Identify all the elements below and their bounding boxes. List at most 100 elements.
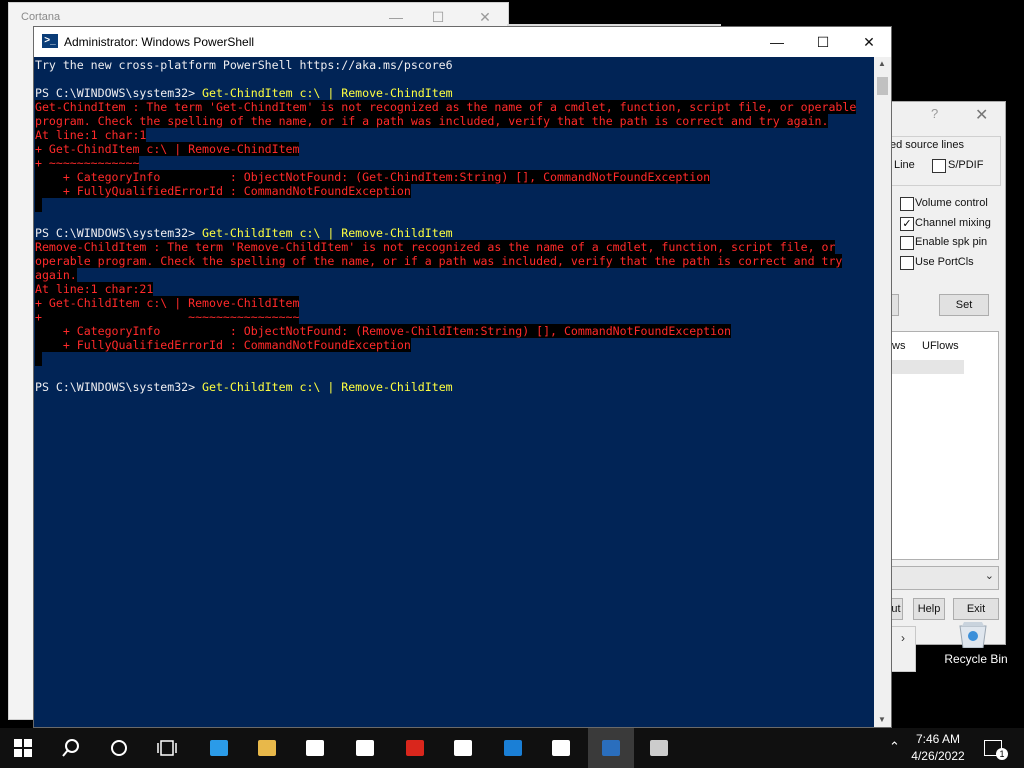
dropdown-select[interactable]: ⌄	[891, 566, 999, 590]
error-text: + Get-ChindItem c:\ | Remove-ChindItem	[35, 142, 300, 156]
chevron-right-icon: ›	[901, 631, 905, 645]
prompt-text: PS C:\WINDOWS\system32>	[35, 86, 203, 100]
taskbar-button[interactable]	[196, 728, 242, 768]
enable-spk-pin-checkbox[interactable]	[900, 236, 914, 250]
volume-control-label: Volume control	[915, 197, 988, 209]
taskbar-button[interactable]	[342, 728, 388, 768]
taskbar-button[interactable]	[588, 728, 634, 768]
error-text: program. Check the spelling of the name,…	[35, 114, 829, 128]
error-line: At line:1 char:1	[35, 128, 146, 142]
prompt-line: PS C:\WINDOWS\system32> Get-ChildItem c:…	[35, 226, 453, 240]
taskbar-button[interactable]	[636, 728, 682, 768]
command-text: Get-ChindItem c:\ | Remove-ChindItem	[202, 86, 453, 100]
recycle-bin-icon[interactable]	[954, 620, 992, 648]
taskbar-button[interactable]	[490, 728, 536, 768]
app-window-icon	[648, 737, 670, 759]
error-text: + ~~~~~~~~~~~~~~~~	[35, 310, 300, 324]
taskbar: ⌃ 7:46 AM 4/26/2022 1	[0, 728, 1024, 768]
close-icon[interactable]: ✕	[474, 7, 496, 27]
windows-start-icon	[12, 737, 34, 759]
taskbar-button[interactable]	[440, 728, 486, 768]
scroll-thumb[interactable]	[877, 77, 888, 95]
error-text: Get-ChindItem : The term 'Get-ChindItem'…	[35, 100, 857, 114]
window-title: Administrator: Windows PowerShell	[64, 35, 255, 49]
error-line: At line:1 char:21	[35, 282, 153, 296]
prompt-line: PS C:\WINDOWS\system32> Get-ChindItem c:…	[35, 86, 453, 100]
acrobat-icon	[404, 737, 426, 759]
scroll-up-icon[interactable]: ▲	[878, 59, 886, 68]
close-button[interactable]: ✕	[846, 27, 892, 57]
set-button[interactable]: Set	[939, 294, 989, 316]
taskbar-button[interactable]	[292, 728, 338, 768]
error-line: + CategoryInfo : ObjectNotFound: (Get-Ch…	[35, 170, 710, 184]
error-text	[35, 352, 42, 366]
error-line: + Get-ChildItem c:\ | Remove-ChildItem	[35, 296, 300, 310]
clock-date[interactable]: 4/26/2022	[898, 749, 978, 763]
taskbar-button[interactable]	[96, 728, 142, 768]
error-line: Get-ChindItem : The term 'Get-ChindItem'…	[35, 100, 856, 114]
powershell-icon: >_	[42, 34, 58, 48]
powershell-window[interactable]: >_ Administrator: Windows PowerShell — ☐…	[33, 26, 892, 728]
console-output[interactable]: Try the new cross-platform PowerShell ht…	[34, 57, 874, 727]
list-header-ws[interactable]: ws	[892, 332, 905, 360]
channel-mixing-checkbox[interactable]: ✓	[900, 217, 914, 231]
output-text: Try the new cross-platform PowerShell ht…	[35, 58, 453, 72]
help-icon[interactable]: ?	[931, 106, 938, 121]
spdif-label: S/PDIF	[948, 159, 984, 171]
clock-time[interactable]: 7:46 AM	[898, 732, 978, 746]
network-tool-icon	[502, 737, 524, 759]
spdif-checkbox[interactable]	[932, 159, 946, 173]
powershell-icon	[600, 737, 622, 759]
list-header-uflows[interactable]: UFlows	[922, 332, 959, 360]
use-portcls-label: Use PortCls	[915, 256, 974, 268]
recycle-bin-label[interactable]: Recycle Bin	[940, 652, 1012, 666]
prompt-text: PS C:\WINDOWS\system32>	[35, 380, 203, 394]
error-text: + ~~~~~~~~~~~~~	[35, 156, 140, 170]
command-text: Get-ChildItem c:\ | Remove-ChildItem	[202, 226, 453, 240]
taskbar-button[interactable]	[144, 728, 190, 768]
line-checkbox-label[interactable]: Line	[891, 159, 915, 172]
file-explorer-icon	[256, 737, 278, 759]
selected-row[interactable]	[892, 360, 964, 374]
taskbar-button[interactable]	[392, 728, 438, 768]
prompt-text: PS C:\WINDOWS\system32>	[35, 226, 203, 240]
title-bar[interactable]: >_ Administrator: Windows PowerShell — ☐…	[34, 27, 891, 57]
flows-list[interactable]: ws UFlows	[891, 331, 999, 560]
taskbar-button[interactable]	[538, 728, 584, 768]
cortana-title: Cortana	[21, 11, 61, 23]
7zip-icon	[452, 737, 474, 759]
taskbar-button[interactable]	[244, 728, 290, 768]
error-line: again.	[35, 268, 77, 282]
enable-spk-pin-label: Enable spk pin	[915, 236, 988, 248]
source-lines-group: ed source lines Line S/PDIF	[890, 136, 1001, 186]
taskbar-button[interactable]	[48, 728, 94, 768]
group-label: ed source lines	[890, 139, 964, 151]
error-text: Remove-ChildItem : The term 'Remove-Chil…	[35, 240, 836, 254]
minimize-icon[interactable]: —	[385, 7, 407, 27]
maximize-icon[interactable]: ☐	[427, 7, 449, 27]
error-text: + CategoryInfo : ObjectNotFound: (Get-Ch…	[35, 170, 711, 184]
help-button[interactable]: Help	[913, 598, 945, 620]
error-line: + FullyQualifiedErrorId : CommandNotFoun…	[35, 338, 411, 352]
use-portcls-checkbox[interactable]	[900, 256, 914, 270]
error-line: program. Check the spelling of the name,…	[35, 114, 828, 128]
error-line: + CategoryInfo : ObjectNotFound: (Remove…	[35, 324, 731, 338]
error-text: At line:1 char:21	[35, 282, 154, 296]
exit-button[interactable]: Exit	[953, 598, 999, 620]
close-icon[interactable]: ✕	[975, 105, 988, 125]
scroll-down-icon[interactable]: ▼	[878, 715, 886, 724]
volume-control-checkbox[interactable]	[900, 197, 914, 211]
chevron-down-icon: ⌄	[984, 570, 994, 582]
driver-settings-dialog: ? ✕ ed source lines Line S/PDIF Volume c…	[889, 101, 1006, 645]
prompt-line: PS C:\WINDOWS\system32> Get-ChildItem c:…	[35, 380, 453, 394]
command-text: Get-ChildItem c:\ | Remove-ChildItem	[202, 380, 453, 394]
scroll-arrow-panel[interactable]: ›	[890, 626, 916, 672]
error-text: + CategoryInfo : ObjectNotFound: (Remove…	[35, 324, 732, 338]
vertical-scrollbar[interactable]: ▲ ▼	[874, 57, 891, 727]
channel-mixing-label: Channel mixing	[915, 217, 991, 229]
notification-count: 1	[996, 748, 1008, 760]
error-line: + Get-ChindItem c:\ | Remove-ChindItem	[35, 142, 300, 156]
taskbar-button[interactable]	[0, 728, 46, 768]
minimize-button[interactable]: —	[754, 27, 800, 57]
maximize-button[interactable]: ☐	[800, 27, 846, 57]
